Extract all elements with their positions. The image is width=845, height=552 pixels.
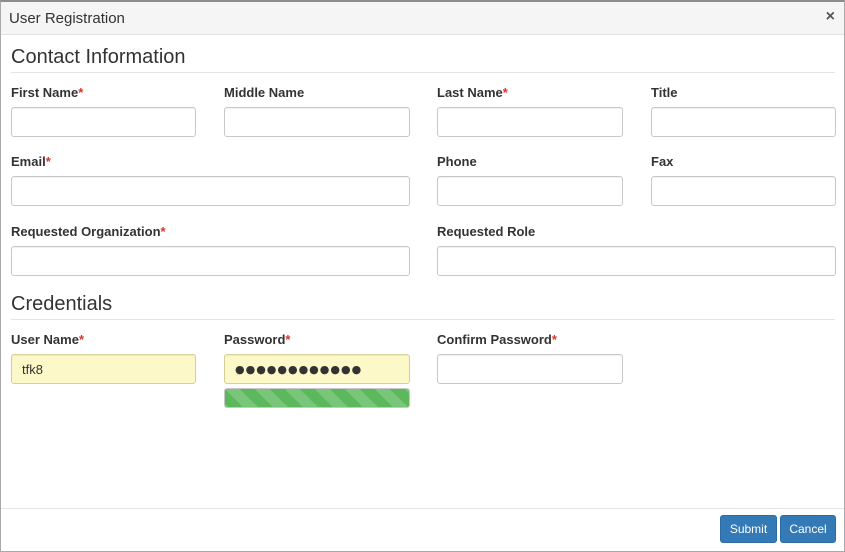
phone-label: Phone — [437, 154, 477, 169]
first-name-label: First Name* — [11, 85, 83, 100]
user-name-label: User Name* — [11, 332, 84, 347]
confirm-password-input[interactable] — [437, 354, 623, 384]
contact-information-heading: Contact Information — [11, 46, 186, 68]
dialog-title: User Registration — [9, 10, 125, 27]
required-marker: * — [78, 332, 84, 347]
fax-label: Fax — [651, 154, 674, 169]
email-label-text: Email — [11, 154, 46, 169]
credentials-section-divider — [11, 319, 835, 320]
password-label-text: Password — [224, 332, 286, 347]
title-input[interactable] — [651, 107, 836, 137]
required-marker: * — [285, 332, 291, 347]
last-name-label-text: Last Name — [437, 85, 503, 100]
user-registration-dialog: User Registration × Contact Information … — [0, 0, 845, 552]
password-strength-fill — [225, 389, 409, 407]
required-marker: * — [45, 154, 51, 169]
title-label: Title — [651, 85, 678, 100]
password-label: Password* — [224, 332, 290, 347]
required-marker: * — [502, 85, 508, 100]
required-marker: * — [551, 332, 557, 347]
email-label: Email* — [11, 154, 51, 169]
dialog-titlebar: User Registration × — [1, 2, 844, 35]
last-name-label: Last Name* — [437, 85, 508, 100]
user-name-label-text: User Name — [11, 332, 79, 347]
middle-name-label: Middle Name — [224, 85, 305, 100]
close-icon[interactable]: × — [826, 8, 835, 26]
requested-role-label: Requested Role — [437, 224, 536, 239]
user-name-input[interactable] — [11, 354, 196, 384]
password-input[interactable] — [224, 354, 410, 384]
email-input[interactable] — [11, 176, 410, 206]
first-name-input[interactable] — [11, 107, 196, 137]
phone-input[interactable] — [437, 176, 623, 206]
contact-section-divider — [11, 72, 835, 73]
first-name-label-text: First Name — [11, 85, 79, 100]
required-marker: * — [78, 85, 84, 100]
last-name-input[interactable] — [437, 107, 623, 137]
cancel-button[interactable]: Cancel — [780, 515, 836, 543]
middle-name-input[interactable] — [224, 107, 410, 137]
submit-button[interactable]: Submit — [720, 515, 777, 543]
requested-organization-label: Requested Organization* — [11, 224, 166, 239]
confirm-password-label-text: Confirm Password — [437, 332, 552, 347]
fax-input[interactable] — [651, 176, 836, 206]
requested-organization-label-text: Requested Organization — [11, 224, 161, 239]
requested-role-input[interactable] — [437, 246, 836, 276]
credentials-heading: Credentials — [11, 293, 113, 315]
confirm-password-label: Confirm Password* — [437, 332, 557, 347]
password-strength-meter — [224, 388, 410, 408]
footer-divider — [1, 508, 844, 509]
required-marker: * — [160, 224, 166, 239]
requested-organization-input[interactable] — [11, 246, 410, 276]
